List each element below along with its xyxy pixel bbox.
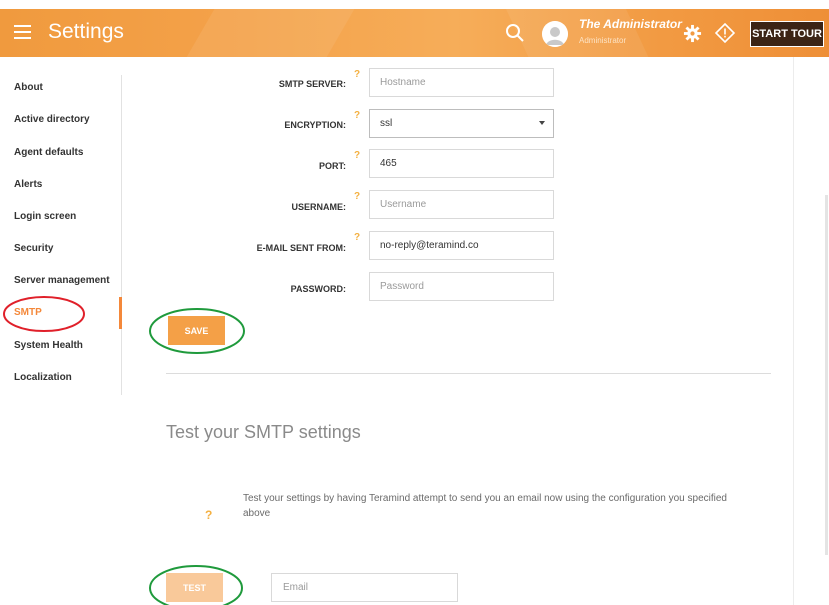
annotation-ring-test xyxy=(149,565,243,605)
annotation-overlay xyxy=(3,296,245,605)
annotation-ring-smtp xyxy=(3,296,85,332)
annotation-ring-save xyxy=(149,308,245,354)
